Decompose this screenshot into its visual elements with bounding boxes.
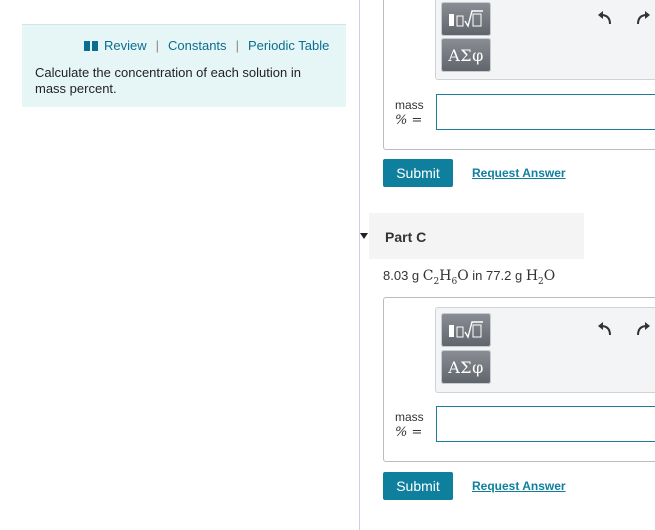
nav-separator: | — [235, 38, 239, 53]
constants-link[interactable]: Constants — [168, 38, 227, 53]
templates-icon — [449, 321, 483, 339]
undo-icon[interactable] — [596, 9, 614, 27]
greek-symbols-label: ΑΣφ — [448, 357, 484, 377]
instruction-text: Calculate the concentration of each solu… — [35, 65, 301, 96]
templates-icon — [449, 10, 483, 28]
answer-input-part-c[interactable] — [436, 406, 655, 442]
part-c-title: Part C — [385, 229, 427, 245]
mass-label: mass — [395, 410, 424, 424]
redo-icon[interactable] — [634, 320, 652, 338]
mass-label: mass — [395, 98, 424, 112]
problem-statement: 8.03 g C2H6O in 77.2 g H2O — [383, 268, 555, 287]
in-word: in — [472, 268, 483, 283]
request-answer-link-part-b[interactable]: Request Answer — [472, 166, 566, 180]
part-c-header[interactable]: Part C — [360, 213, 584, 259]
request-answer-link-part-c[interactable]: Request Answer — [472, 479, 566, 493]
solute-formula: C2H6O — [422, 268, 469, 287]
mass-percent-label: mass % = — [395, 409, 424, 441]
mass-percent-label: mass % = — [395, 97, 424, 129]
templates-button[interactable] — [441, 313, 491, 347]
percent-equals-label: % = — [395, 113, 423, 128]
nav-separator: | — [155, 38, 160, 53]
percent-equals-label: % = — [395, 425, 423, 440]
undo-icon[interactable] — [596, 320, 614, 338]
info-panel: Review | Constants | Periodic Table Calculat… — [22, 24, 346, 107]
templates-button[interactable] — [441, 2, 491, 36]
solvent-formula: H2O — [525, 268, 556, 287]
answer-input-part-b[interactable] — [436, 94, 655, 130]
book-icon — [84, 41, 98, 51]
panel-divider — [359, 0, 360, 530]
solvent-amount: 77.2 g — [486, 268, 523, 283]
submit-button-part-b[interactable]: Submit — [383, 159, 453, 187]
periodic-table-link[interactable]: Periodic Table — [248, 38, 329, 53]
greek-symbols-button[interactable]: ΑΣφ — [441, 38, 491, 72]
redo-icon[interactable] — [634, 9, 652, 27]
review-link[interactable]: Review — [104, 38, 147, 53]
greek-symbols-label: ΑΣφ — [448, 45, 484, 65]
resource-links: Review | Constants | Periodic Table — [84, 38, 329, 53]
caret-down-icon — [360, 233, 368, 239]
submit-button-part-c[interactable]: Submit — [383, 472, 453, 500]
solute-amount: 8.03 g — [383, 268, 420, 283]
greek-symbols-button[interactable]: ΑΣφ — [441, 350, 491, 384]
